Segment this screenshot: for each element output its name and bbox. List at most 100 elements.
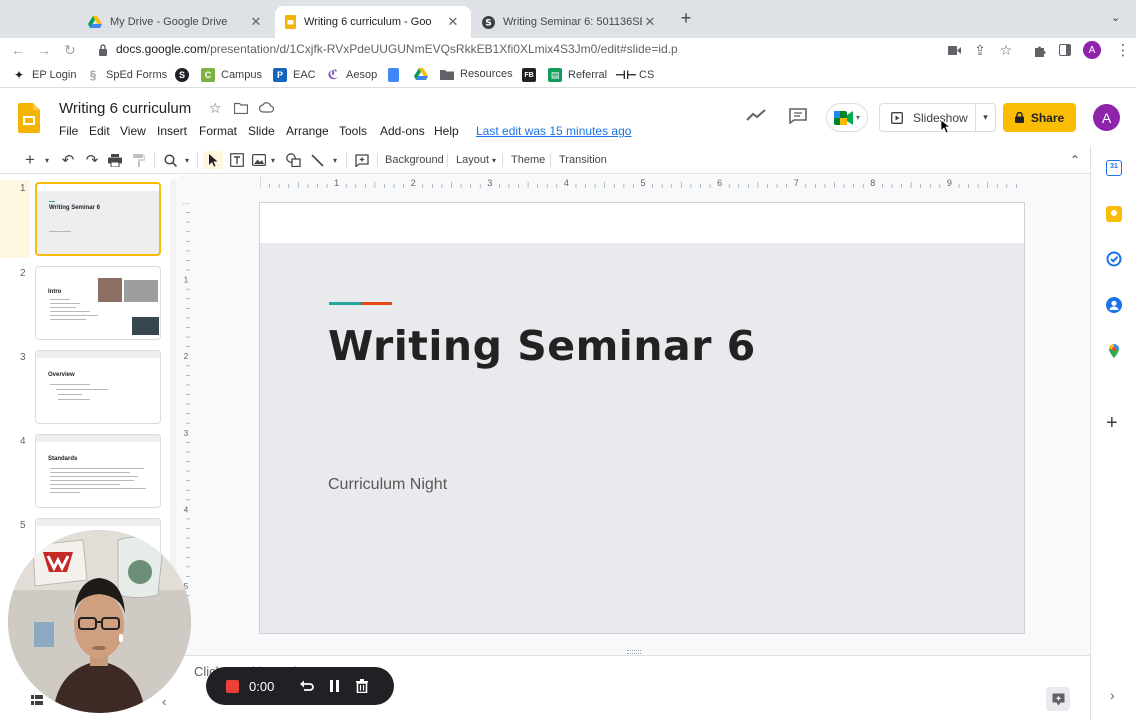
zoom-dropdown-icon[interactable]: ▾ xyxy=(182,151,192,169)
slide-canvas[interactable] xyxy=(259,202,1025,634)
slideshow-dropdown-icon[interactable]: ▾ xyxy=(975,104,995,131)
contacts-icon[interactable] xyxy=(1106,297,1122,313)
close-tab-icon[interactable]: ✕ xyxy=(642,14,658,30)
meet-button[interactable]: ▾ xyxy=(826,103,868,132)
keep-icon[interactable] xyxy=(1106,206,1122,222)
user-avatar[interactable]: A xyxy=(1093,104,1120,131)
theme-button[interactable]: Theme xyxy=(511,151,545,169)
tab-writing-6-curriculum[interactable]: Writing 6 curriculum - Goo ✕ xyxy=(275,6,471,38)
bookmark-google-docs[interactable] xyxy=(388,68,405,82)
tab-title: Writing Seminar 6: 501136SE6 xyxy=(503,16,642,28)
star-icon[interactable]: ☆ xyxy=(209,100,222,117)
tab-search-chevron-icon[interactable]: ⌄ xyxy=(1111,11,1120,24)
bookmark-aesop[interactable]: ℭ Aesop xyxy=(326,67,378,82)
resize-handle-icon[interactable] xyxy=(627,650,641,654)
move-to-folder-icon[interactable] xyxy=(234,102,248,114)
new-tab-button[interactable]: + xyxy=(678,9,694,27)
menu-edit[interactable]: Edit xyxy=(89,124,110,138)
address-bar[interactable]: docs.google.com/presentation/d/1Cxjfk-RV… xyxy=(116,42,678,56)
collapse-filmstrip-chevron-icon[interactable]: ‹ xyxy=(162,694,166,709)
maps-icon[interactable] xyxy=(1106,343,1122,359)
slide-subtitle[interactable]: Curriculum Night xyxy=(328,476,447,494)
background-button[interactable]: Background xyxy=(385,151,444,169)
menu-tools[interactable]: Tools xyxy=(339,124,367,138)
shape-icon[interactable] xyxy=(284,151,302,169)
url-path: /presentation/d/1Cxjfk-RVxPdeUUGUNmEVQsR… xyxy=(206,42,678,56)
transition-button[interactable]: Transition xyxy=(559,151,607,169)
menu-format[interactable]: Format xyxy=(199,124,237,138)
menu-slide[interactable]: Slide xyxy=(248,124,275,138)
cloud-saved-icon[interactable] xyxy=(259,102,274,113)
side-panel-icon[interactable] xyxy=(1056,41,1074,59)
restart-recording-icon[interactable] xyxy=(300,680,315,692)
calendar-icon[interactable]: 31 xyxy=(1106,160,1122,176)
layout-button[interactable]: Layout ▾ xyxy=(456,151,496,169)
menu-file[interactable]: File xyxy=(59,124,78,138)
expand-panel-chevron-icon[interactable]: › xyxy=(1110,687,1115,703)
tasks-icon[interactable] xyxy=(1106,251,1122,267)
bookmark-star-icon[interactable]: ☆ xyxy=(997,41,1015,59)
back-icon[interactable]: ← xyxy=(9,41,27,59)
add-addon-icon[interactable]: + xyxy=(1106,413,1118,433)
paint-format-icon[interactable] xyxy=(131,151,147,169)
google-slides-logo-icon[interactable] xyxy=(18,103,40,133)
menu-view[interactable]: View xyxy=(120,124,146,138)
bookmark-campus[interactable]: C Campus xyxy=(201,68,262,82)
bookmark-referral[interactable]: ▤ Referral xyxy=(548,68,607,82)
share-button[interactable]: Share xyxy=(1003,103,1076,132)
delete-recording-icon[interactable] xyxy=(356,679,369,693)
document-title[interactable]: Writing 6 curriculum xyxy=(59,100,191,117)
tab-my-drive[interactable]: My Drive - Google Drive ✕ xyxy=(78,6,274,38)
stop-recording-icon[interactable] xyxy=(226,679,239,693)
text-box-icon[interactable] xyxy=(228,151,246,169)
last-edit-link[interactable]: Last edit was 15 minutes ago xyxy=(476,124,631,138)
reload-icon[interactable]: ↻ xyxy=(61,41,79,59)
lock-icon[interactable] xyxy=(98,44,108,56)
line-dropdown-icon[interactable]: ▾ xyxy=(330,151,340,169)
thumb-title: Overview xyxy=(48,372,75,378)
slide-title[interactable]: Writing Seminar 6 xyxy=(328,322,756,370)
comment-icon[interactable] xyxy=(789,108,807,124)
camera-icon[interactable] xyxy=(945,41,963,59)
slideshow-button[interactable]: Slideshow ▾ xyxy=(879,103,996,132)
add-comment-icon[interactable] xyxy=(353,151,371,169)
grid-view-icon[interactable] xyxy=(31,695,47,711)
new-slide-dropdown-icon[interactable]: ▾ xyxy=(42,151,52,169)
share-page-icon[interactable]: ⇪ xyxy=(971,41,989,59)
bookmark-sped-forms[interactable]: § SpEd Forms xyxy=(86,68,167,82)
tab-writing-seminar-6[interactable]: S Writing Seminar 6: 501136SE6 ✕ xyxy=(472,6,668,38)
forward-icon[interactable]: → xyxy=(35,41,53,59)
menu-help[interactable]: Help xyxy=(434,124,459,138)
menu-insert[interactable]: Insert xyxy=(157,124,187,138)
extensions-icon[interactable] xyxy=(1030,41,1048,59)
campus-icon: C xyxy=(201,68,215,82)
bookmark-eac[interactable]: P EAC xyxy=(273,68,316,82)
explore-button[interactable] xyxy=(1046,687,1070,711)
webcam-video[interactable] xyxy=(8,530,191,713)
more-menu-icon[interactable]: ⋮ xyxy=(1114,41,1132,59)
bookmark-schoology[interactable]: S xyxy=(175,68,195,82)
new-slide-icon[interactable]: + xyxy=(22,150,38,169)
bookmark-fb[interactable]: FB xyxy=(522,68,542,82)
print-icon[interactable] xyxy=(107,151,123,169)
bookmark-google-drive[interactable] xyxy=(414,68,428,80)
menu-arrange[interactable]: Arrange xyxy=(286,124,329,138)
zoom-icon[interactable] xyxy=(162,151,178,169)
redo-icon[interactable]: ↷ xyxy=(84,151,100,169)
undo-icon[interactable]: ↶ xyxy=(60,151,76,169)
collapse-toolbar-chevron-icon[interactable]: ⌃ xyxy=(1067,151,1083,169)
line-tool-icon[interactable] xyxy=(309,151,325,169)
profile-avatar[interactable]: A xyxy=(1083,41,1101,59)
google-slides-icon xyxy=(285,15,296,29)
bookmark-ep-login[interactable]: ✦ EP Login xyxy=(12,68,76,82)
menu-add-ons[interactable]: Add-ons xyxy=(380,124,425,138)
pause-recording-icon[interactable] xyxy=(330,680,340,692)
insert-image-icon[interactable] xyxy=(251,151,267,169)
bookmark-cs[interactable]: ⊣⊢ CS xyxy=(615,68,654,82)
bookmark-resources[interactable]: Resources xyxy=(440,68,513,80)
close-tab-icon[interactable]: ✕ xyxy=(248,14,264,30)
image-dropdown-icon[interactable]: ▾ xyxy=(268,151,278,169)
activity-trend-icon[interactable] xyxy=(746,108,766,122)
select-tool-icon[interactable] xyxy=(203,151,223,169)
close-tab-icon[interactable]: ✕ xyxy=(445,14,461,30)
